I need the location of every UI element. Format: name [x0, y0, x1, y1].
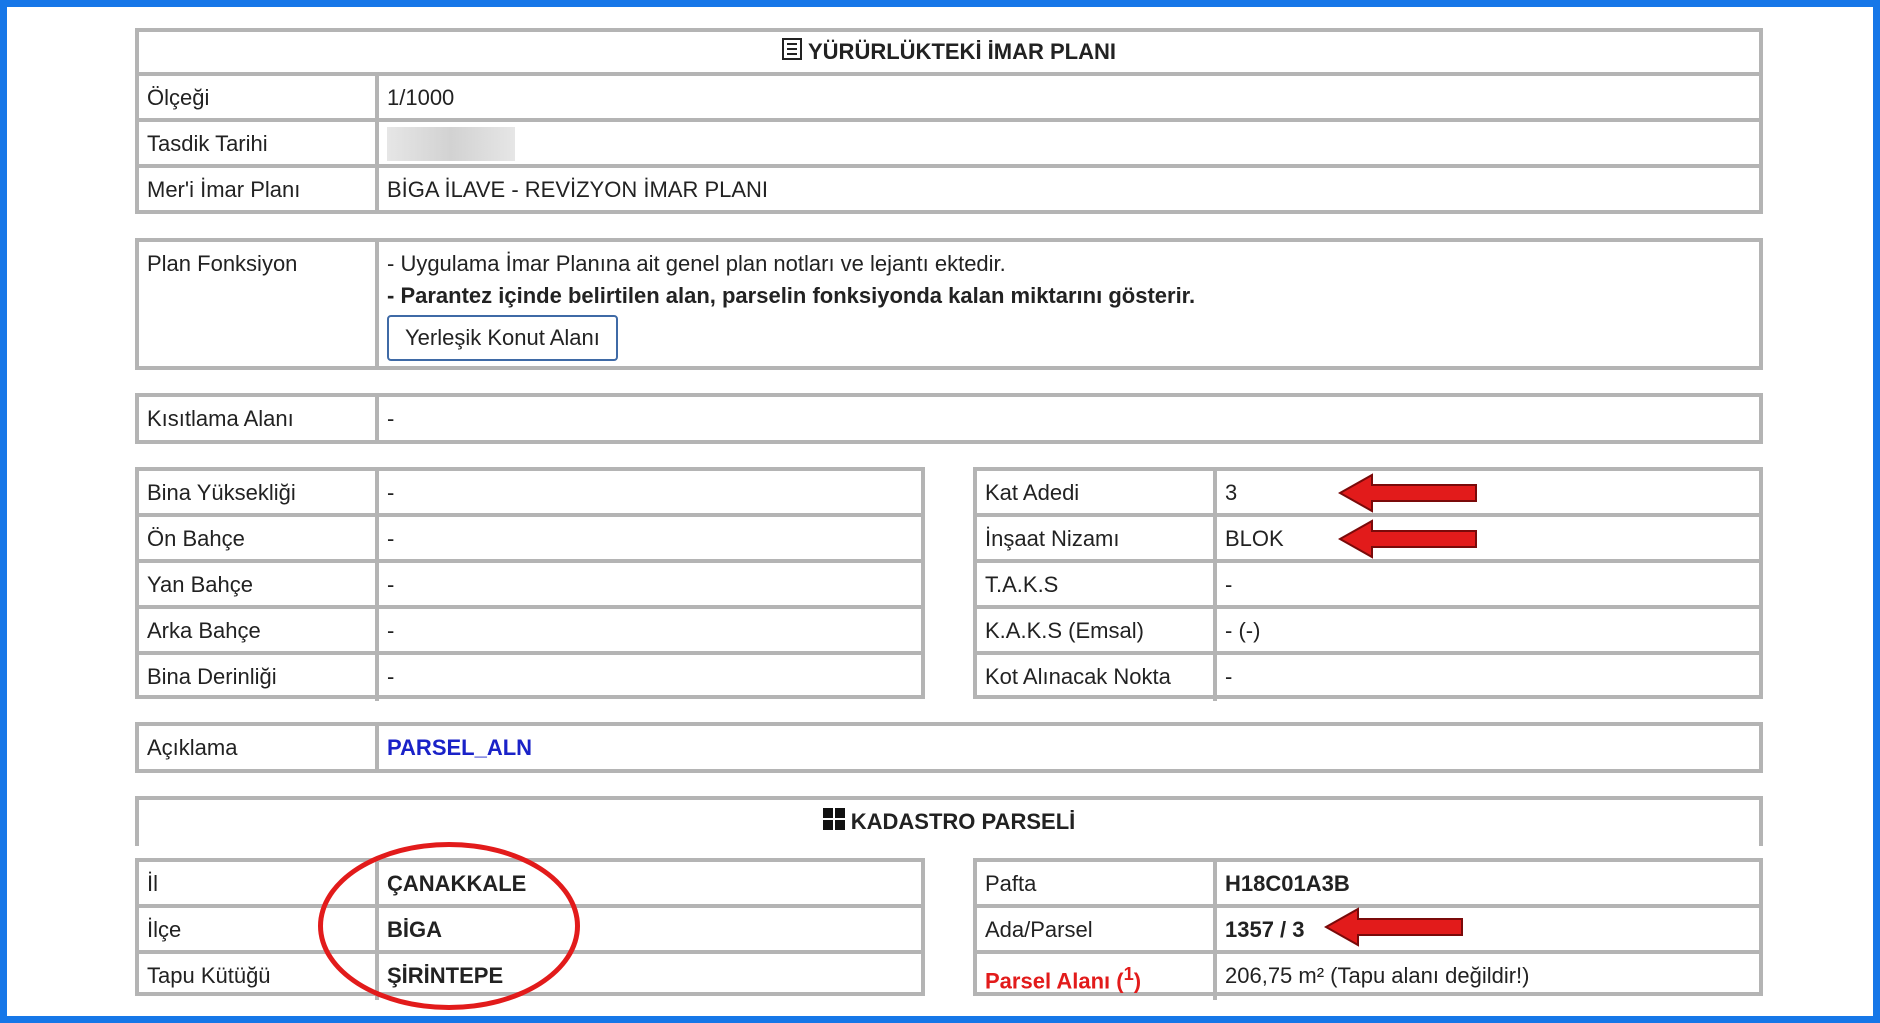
table-row: Pafta H18C01A3B: [977, 862, 1759, 908]
red-arrow-icon: [1338, 473, 1477, 513]
parsel-alani-text: Parsel Alanı: [985, 968, 1111, 994]
aciklama-table: Açıklama PARSEL_ALN: [135, 722, 1763, 773]
kisitlama-table: Kısıtlama Alanı -: [135, 393, 1763, 444]
olcek-value: 1/1000: [387, 85, 455, 110]
row-label: Bina Yüksekliği: [139, 471, 379, 513]
yerlesik-konut-button[interactable]: Yerleşik Konut Alanı: [387, 315, 618, 361]
aciklama-link[interactable]: PARSEL_ALN: [379, 726, 1759, 769]
table-row: T.A.K.S -: [977, 563, 1759, 609]
row-label: T.A.K.S: [977, 563, 1217, 605]
row-label: Ön Bahçe: [139, 517, 379, 559]
row-label: K.A.K.S (Emsal): [977, 609, 1217, 651]
row-label: Pafta: [977, 862, 1217, 904]
table-row: Arka Bahçe -: [139, 609, 921, 655]
row-label: Ada/Parsel: [977, 908, 1217, 950]
table-row: Plan Fonksiyon - Uygulama İmar Planına a…: [139, 242, 1759, 366]
row-value: -: [387, 480, 395, 505]
row-label: Kısıtlama Alanı: [139, 397, 379, 440]
red-arrow-icon: [1338, 519, 1477, 559]
row-label: Ölçeği: [139, 76, 379, 118]
row-label: Tasdik Tarihi: [139, 122, 379, 164]
row-label: Kot Alınacak Nokta: [977, 655, 1217, 701]
row-value: -: [387, 618, 395, 643]
kadastro-header: KADASTRO PARSELİ: [139, 800, 1759, 844]
row-label: Yan Bahçe: [139, 563, 379, 605]
table-row: Kot Alınacak Nokta -: [977, 655, 1759, 701]
bina-table: Bina Yüksekliği - Ön Bahçe - Yan Bahçe - Ar…: [135, 467, 925, 701]
table-row: Tasdik Tarihi: [139, 122, 1759, 168]
row-label: Bina Derinliği: [139, 655, 379, 701]
row-value: -: [387, 572, 395, 597]
parsel-alani-label: Parsel Alanı (1): [977, 954, 1217, 1000]
pafta-value: H18C01A3B: [1225, 871, 1350, 896]
footnote-marker: 1: [1123, 963, 1134, 984]
plan-note-1: - Uygulama İmar Planına ait genel plan n…: [387, 251, 1006, 276]
imar-plan-table: YÜRÜRLÜKTEKİ İMAR PLANI Ölçeği 1/1000 Ta…: [135, 28, 1763, 214]
table-row: Kısıtlama Alanı -: [139, 397, 1759, 440]
table-row: Açıklama PARSEL_ALN: [139, 726, 1759, 769]
row-label: Mer'i İmar Planı: [139, 168, 379, 214]
table-row: Ön Bahçe -: [139, 517, 921, 563]
row-value: -: [387, 526, 395, 551]
plan-fonksiyon-table: Plan Fonksiyon - Uygulama İmar Planına a…: [135, 238, 1763, 370]
tasdik-value: [379, 122, 1759, 164]
plan-fonksiyon-value: - Uygulama İmar Planına ait genel plan n…: [379, 242, 1759, 366]
parsel-alani-value: 206,75 m² (Tapu alanı değildir!): [1225, 963, 1530, 988]
row-value: -: [1225, 664, 1233, 689]
row-label: Plan Fonksiyon: [139, 242, 379, 366]
table-row: K.A.K.S (Emsal) - (-): [977, 609, 1759, 655]
row-label: Arka Bahçe: [139, 609, 379, 651]
red-arrow-icon: [1324, 907, 1463, 947]
row-label: Açıklama: [139, 726, 379, 769]
red-circle-annotation: [318, 842, 580, 1010]
imar-plan-header: YÜRÜRLÜKTEKİ İMAR PLANI: [139, 32, 1759, 76]
table-row: Bina Yüksekliği -: [139, 471, 921, 517]
row-value: - (-): [1225, 618, 1261, 643]
table-row: Parsel Alanı (1) 206,75 m² (Tapu alanı d…: [977, 954, 1759, 1000]
redacted-date: [387, 127, 515, 161]
kat-adedi-value: 3: [1225, 480, 1238, 505]
kisitlama-value: -: [387, 406, 395, 431]
list-icon: [782, 38, 802, 66]
insaat-nizami-value: BLOK: [1225, 526, 1284, 551]
ada-parsel-value: 1357 / 3: [1225, 917, 1305, 942]
table-row: Ölçeği 1/1000: [139, 76, 1759, 122]
row-label: İnşaat Nizamı: [977, 517, 1217, 559]
table-row: Mer'i İmar Planı BİGA İLAVE - REVİZYON İ…: [139, 168, 1759, 214]
table-row: Yan Bahçe -: [139, 563, 921, 609]
imar-plan-title: YÜRÜRLÜKTEKİ İMAR PLANI: [808, 39, 1116, 64]
plan-note-2: - Parantez içinde belirtilen alan, parse…: [387, 283, 1196, 308]
row-value: -: [1225, 572, 1233, 597]
grid-icon: [822, 808, 845, 836]
row-label: Kat Adedi: [977, 471, 1217, 513]
kadastro-header-box: KADASTRO PARSELİ: [135, 796, 1763, 846]
row-value: -: [387, 664, 395, 689]
kadastro-title: KADASTRO PARSELİ: [850, 809, 1076, 834]
table-row: Bina Derinliği -: [139, 655, 921, 701]
meri-plan-value: BİGA İLAVE - REVİZYON İMAR PLANI: [387, 177, 769, 202]
